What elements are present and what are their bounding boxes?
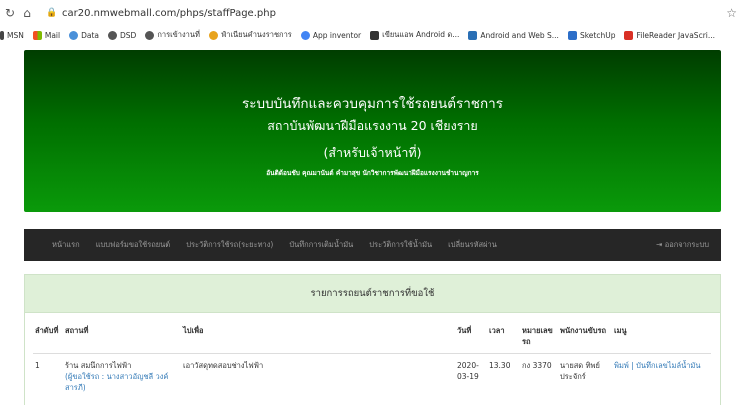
col-header-place: สถานที่ bbox=[63, 323, 181, 354]
cell-no: 1 bbox=[35, 361, 40, 370]
lock-icon[interactable]: 🔒 bbox=[46, 8, 60, 18]
panel-heading: รายการรถยนต์ราชการที่ขอใช้ bbox=[25, 275, 720, 313]
bookmark-android[interactable]: เขียนแอพ Android ด... bbox=[370, 29, 459, 41]
bookmark-mail[interactable]: Mail bbox=[32, 30, 60, 40]
bookmark-filereader[interactable]: FileReader JavaScri... bbox=[624, 30, 715, 40]
cell-place: ร้าน สมนึกการไฟฟ้า (ผู้ขอใช้รถ : นางสาวอ… bbox=[63, 354, 181, 394]
browser-address-bar: ↻ ⌂ 🔒 car20.nmwebmall.com/phps/staffPage… bbox=[0, 0, 747, 26]
requests-table: ลำดับที่ สถานที่ ไปเพื่อ วันที่ เวลา หมา… bbox=[33, 323, 711, 393]
col-header-time: เวลา bbox=[487, 323, 520, 354]
bookmark-gov[interactable]: ฟำเนียนคำนงราชการ bbox=[208, 29, 292, 41]
place-name: ร้าน สมนึกการไฟฟ้า bbox=[65, 361, 132, 370]
nav-fuel-history[interactable]: ประวัติการใช้น้ำมัน bbox=[369, 239, 432, 251]
reload-icon[interactable]: ↻ bbox=[3, 6, 17, 20]
cell-plate: กง 3370 bbox=[522, 361, 552, 370]
nav-change-password[interactable]: เปลี่ยนรหัสผ่าน bbox=[448, 239, 497, 251]
cell-date: 2020-03-19 bbox=[457, 361, 479, 381]
page-header-banner: ระบบบันทึกและควบคุมการใช้รถยนต์ราชการ สถ… bbox=[24, 50, 721, 212]
bookmark-data[interactable]: Data bbox=[69, 30, 99, 40]
nav-fuel-record[interactable]: บันทึกการเติมน้ำมัน bbox=[289, 239, 353, 251]
table-header-row: ลำดับที่ สถานที่ ไปเพื่อ วันที่ เวลา หมา… bbox=[33, 323, 711, 354]
nav-car-request-form[interactable]: แบบฟอร์มขอใช้รถยนต์ bbox=[96, 239, 171, 251]
nav-usage-history[interactable]: ประวัติการใช้รถ(ระยะทาง) bbox=[186, 239, 273, 251]
logout-link[interactable]: ⇥ ออกจากระบบ bbox=[656, 239, 709, 251]
bookmark-sketchup[interactable]: SketchUp bbox=[567, 30, 615, 40]
bookmark-app-inventor[interactable]: App inventor bbox=[300, 30, 361, 40]
logout-icon: ⇥ bbox=[656, 240, 665, 249]
col-header-driver: พนักงานขับรถ bbox=[558, 323, 612, 354]
col-header-plate: หมายเลขรถ bbox=[520, 323, 558, 354]
main-nav: หน้าแรก แบบฟอร์มขอใช้รถยนต์ ประวัติการใช… bbox=[24, 229, 721, 261]
role-label: (สำหรับเจ้าหน้าที่) bbox=[323, 145, 422, 160]
url-field[interactable]: car20.nmwebmall.com/phps/staffPage.php bbox=[62, 8, 276, 19]
bookmark-star-icon[interactable]: ☆ bbox=[726, 6, 737, 20]
cell-purpose: เอาวัสดุทดสอบช่างไฟฟ้า bbox=[183, 361, 264, 370]
institute-name: สถาบันพัฒนาฝีมือแรงงาน 20 เชียงราย bbox=[267, 118, 478, 133]
print-mileage-link[interactable]: พิมพ์ | บันทึกเลขไมล์น้ำมัน bbox=[612, 354, 711, 394]
col-header-purpose: ไปเพื่อ bbox=[181, 323, 455, 354]
bookmark-android-web[interactable]: Android and Web S... bbox=[468, 30, 559, 40]
bookmarks-bar: MSN Mail Data DSD การเข้างานที่ ฟำเนียนค… bbox=[0, 26, 747, 44]
nav-home[interactable]: หน้าแรก bbox=[52, 239, 80, 251]
cell-driver: นายสด ทิพย์ประจักร์ bbox=[560, 361, 600, 381]
col-header-date: วันที่ bbox=[455, 323, 487, 354]
home-icon[interactable]: ⌂ bbox=[20, 6, 34, 20]
bookmark-attendance[interactable]: การเข้างานที่ bbox=[145, 29, 200, 41]
panel-title: รายการรถยนต์ราชการที่ขอใช้ bbox=[310, 288, 435, 299]
requests-panel: รายการรถยนต์ราชการที่ขอใช้ ลำดับที่ สถาน… bbox=[24, 274, 721, 405]
requester-link[interactable]: (ผู้ขอใช้รถ : นางสาวอัญชลี วงค์สารภี) bbox=[65, 371, 179, 393]
bookmark-msn[interactable]: MSN bbox=[0, 30, 24, 40]
table-row: 1 ร้าน สมนึกการไฟฟ้า (ผู้ขอใช้รถ : นางสา… bbox=[33, 354, 711, 394]
developer-credit: อันติด้อนชับ คุณมานันต์ คำมาสุข นักวิชาก… bbox=[266, 169, 479, 177]
col-header-no: ลำดับที่ bbox=[33, 323, 63, 354]
system-title: ระบบบันทึกและควบคุมการใช้รถยนต์ราชการ bbox=[242, 96, 503, 112]
cell-time: 13.30 bbox=[489, 361, 511, 370]
bookmark-dsd[interactable]: DSD bbox=[108, 30, 136, 40]
col-header-menu: เมนู bbox=[612, 323, 711, 354]
